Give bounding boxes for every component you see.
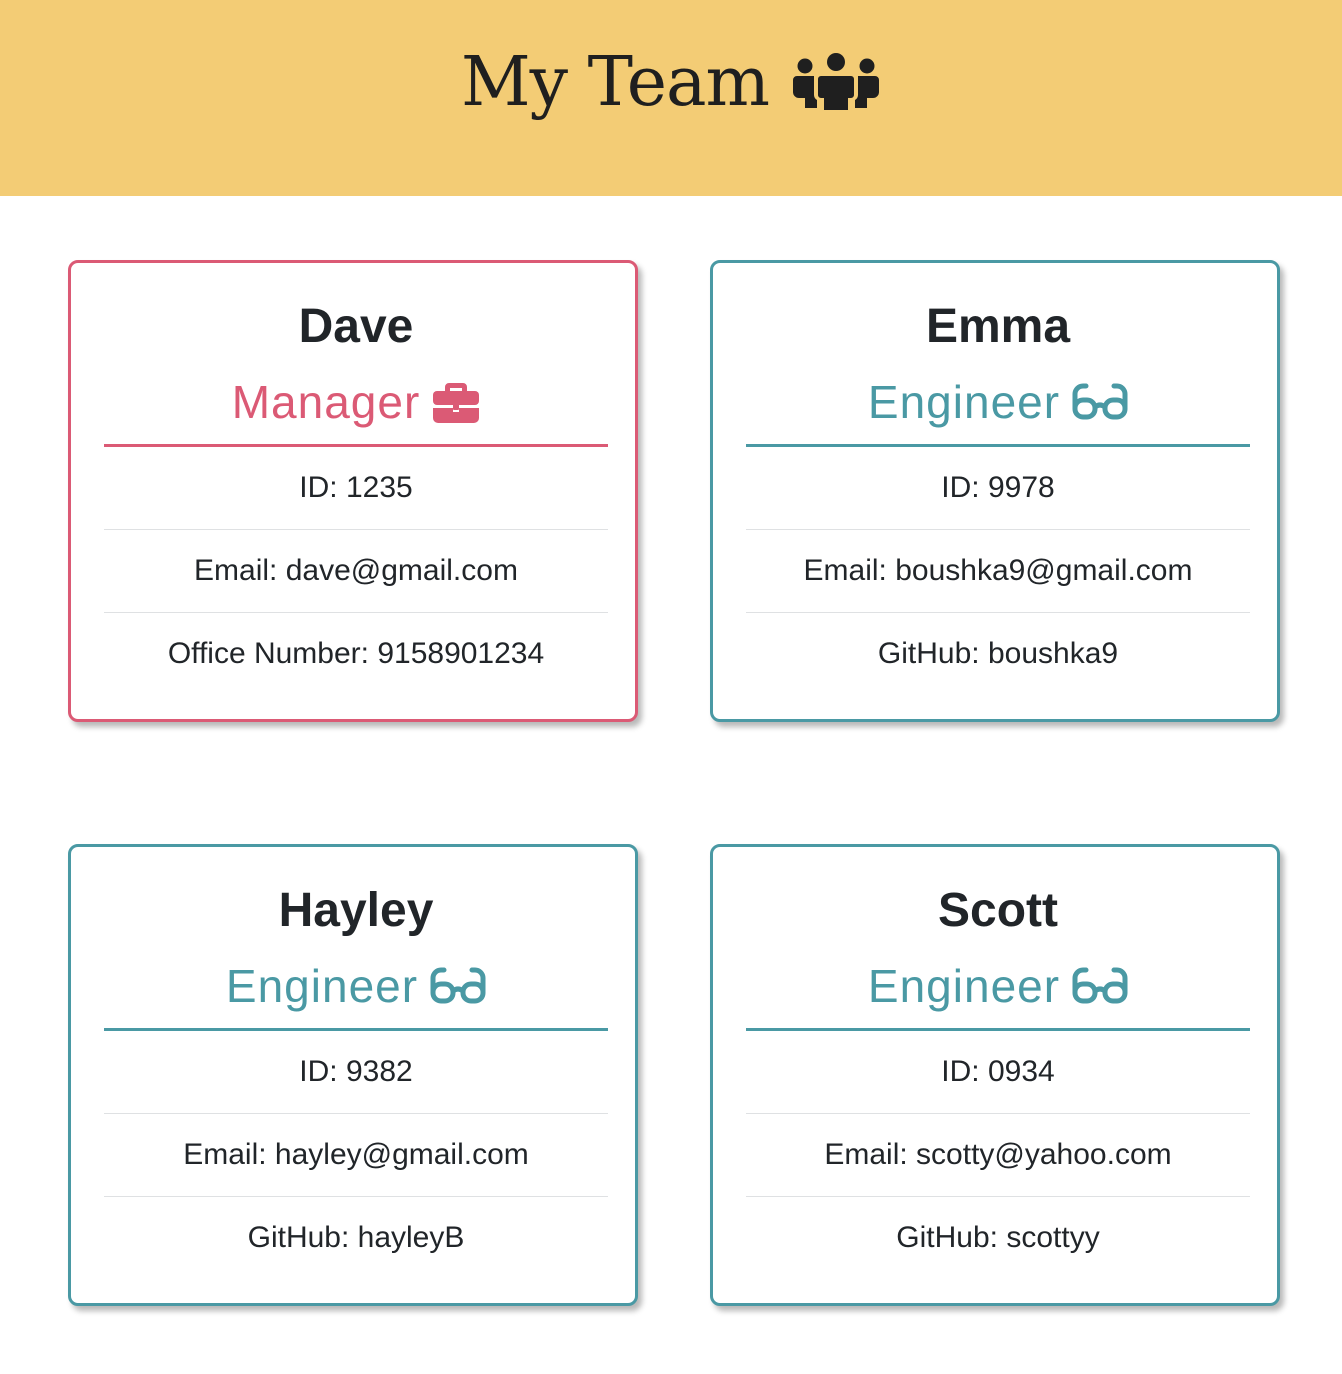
page-header: My Team	[0, 0, 1342, 196]
employee-card-engineer: Scott Engineer ID: 0934 Email: scotty@ya…	[710, 844, 1280, 1306]
employee-id: ID: 1235	[104, 447, 608, 530]
card-header: Dave Manager	[104, 263, 608, 447]
employee-email: Email: scotty@yahoo.com	[746, 1114, 1250, 1197]
card-header: Scott Engineer	[746, 847, 1250, 1031]
employee-email: Email: hayley@gmail.com	[104, 1114, 608, 1197]
card-header: Emma Engineer	[746, 263, 1250, 447]
header-title-group: My Team	[461, 43, 881, 122]
employee-details-list: ID: 9382 Email: hayley@gmail.com GitHub:…	[104, 1031, 608, 1279]
employee-card-engineer: Hayley Engineer ID: 9382 Email: hayley@g…	[68, 844, 638, 1306]
employee-card-engineer: Emma Engineer ID: 9978 Email: boushka9@g…	[710, 260, 1280, 722]
employee-role: Manager	[231, 376, 421, 428]
employee-github: GitHub: hayleyB	[247, 1221, 465, 1254]
employee-id: ID: 0934	[746, 1031, 1250, 1114]
employee-role-row: Engineer	[746, 373, 1250, 431]
page-title: My Team	[461, 42, 770, 122]
glasses-icon	[1072, 967, 1128, 1004]
employee-email: Email: dave@gmail.com	[104, 530, 608, 613]
employee-card-manager: Dave Manager ID: 1235 Email: dave@gmail.…	[68, 260, 638, 722]
employee-name: Dave	[298, 300, 414, 353]
employee-role-row: Manager	[104, 373, 608, 431]
briefcase-icon	[433, 383, 480, 423]
glasses-icon	[1072, 383, 1128, 420]
employee-role: Engineer	[867, 376, 1061, 428]
glasses-icon	[430, 967, 486, 1004]
employee-role-row: Engineer	[746, 957, 1250, 1015]
employee-name: Hayley	[278, 884, 434, 937]
employee-name: Scott	[938, 884, 1058, 937]
users-icon	[793, 53, 879, 110]
employee-details-list: ID: 1235 Email: dave@gmail.com Office Nu…	[104, 447, 608, 695]
employee-id: ID: 9978	[746, 447, 1250, 530]
card-header: Hayley Engineer	[104, 847, 608, 1031]
employee-role: Engineer	[867, 960, 1061, 1012]
employee-email: Email: boushka9@gmail.com	[746, 530, 1250, 613]
employee-role: Engineer	[225, 960, 419, 1012]
employee-role-row: Engineer	[104, 957, 608, 1015]
employee-name: Emma	[925, 300, 1071, 353]
employee-id: ID: 9382	[104, 1031, 608, 1114]
employee-details-list: ID: 0934 Email: scotty@yahoo.com GitHub:…	[746, 1031, 1250, 1279]
employee-details-list: ID: 9978 Email: boushka9@gmail.com GitHu…	[746, 447, 1250, 695]
employee-github: GitHub: boushka9	[877, 637, 1119, 670]
employee-office-number: Office Number: 9158901234	[167, 637, 545, 670]
employee-github: GitHub: scottyy	[896, 1221, 1100, 1254]
